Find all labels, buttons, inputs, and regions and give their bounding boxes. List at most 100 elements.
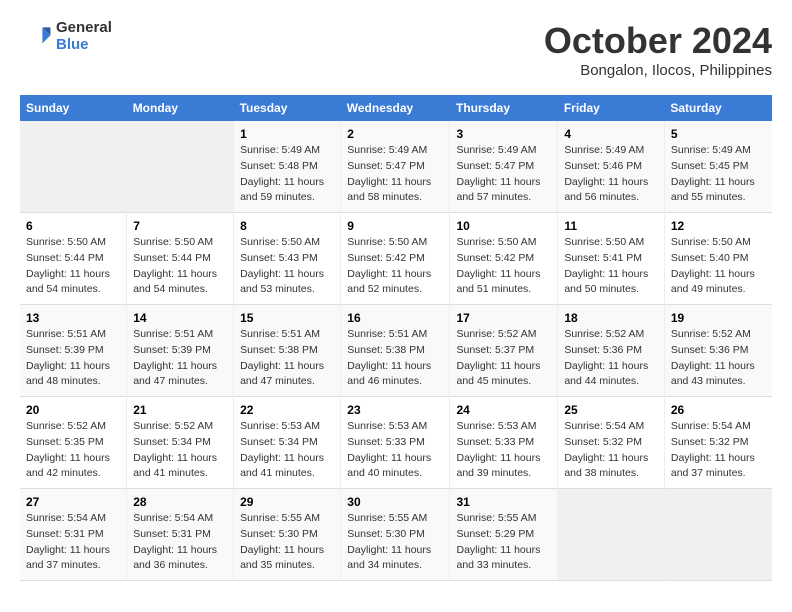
- day-cell: 4 Sunrise: 5:49 AMSunset: 5:46 PMDaylight…: [558, 121, 665, 213]
- day-number: 27: [26, 495, 120, 509]
- day-info: Sunrise: 5:54 AMSunset: 5:31 PMDaylight:…: [133, 511, 227, 574]
- logo: General Blue: [20, 20, 112, 53]
- day-info: Sunrise: 5:49 AMSunset: 5:48 PMDaylight:…: [240, 143, 334, 206]
- day-cell: 3 Sunrise: 5:49 AMSunset: 5:47 PMDaylight…: [450, 121, 558, 213]
- day-cell: 18Sunrise: 5:52 AMSunset: 5:36 PMDayligh…: [558, 305, 665, 397]
- day-cell: 5 Sunrise: 5:49 AMSunset: 5:45 PMDaylight…: [664, 121, 772, 213]
- day-info: Sunrise: 5:55 AMSunset: 5:30 PMDaylight:…: [240, 511, 334, 574]
- header-monday: Monday: [127, 95, 234, 121]
- logo-general: General: [56, 20, 112, 37]
- header-saturday: Saturday: [664, 95, 772, 121]
- header-row: Sunday Monday Tuesday Wednesday Thursday…: [20, 95, 772, 121]
- day-cell: 7 Sunrise: 5:50 AMSunset: 5:44 PMDaylight…: [127, 213, 234, 305]
- week-row-3: 13 Sunrise: 5:51 AMSunset: 5:39 PMDayligh…: [20, 305, 772, 397]
- day-info: Sunrise: 5:51 AMSunset: 5:38 PMDaylight:…: [347, 327, 443, 390]
- day-cell: 30Sunrise: 5:55 AMSunset: 5:30 PMDayligh…: [341, 489, 450, 581]
- header-wednesday: Wednesday: [341, 95, 450, 121]
- day-cell: 28 Sunrise: 5:54 AMSunset: 5:31 PMDayligh…: [127, 489, 234, 581]
- day-number: 4: [564, 127, 658, 141]
- day-cell: 15Sunrise: 5:51 AMSunset: 5:38 PMDayligh…: [234, 305, 341, 397]
- logo-text: General Blue: [56, 20, 112, 53]
- day-number: 17: [456, 311, 551, 325]
- calendar-table: Sunday Monday Tuesday Wednesday Thursday…: [20, 95, 772, 581]
- day-cell: [127, 121, 234, 213]
- day-number: 22: [240, 403, 334, 417]
- day-info: Sunrise: 5:49 AMSunset: 5:47 PMDaylight:…: [347, 143, 443, 206]
- day-cell: 14 Sunrise: 5:51 AMSunset: 5:39 PMDayligh…: [127, 305, 234, 397]
- day-cell: 9 Sunrise: 5:50 AMSunset: 5:42 PMDaylight…: [341, 213, 450, 305]
- day-number: 23: [347, 403, 443, 417]
- day-cell: [558, 489, 665, 581]
- day-number: 19: [671, 311, 766, 325]
- header-tuesday: Tuesday: [234, 95, 341, 121]
- day-info: Sunrise: 5:54 AMSunset: 5:31 PMDaylight:…: [26, 511, 120, 574]
- month-title: October 2024: [544, 20, 772, 62]
- day-cell: 1 Sunrise: 5:49 AMSunset: 5:48 PMDaylight…: [234, 121, 341, 213]
- day-number: 25: [564, 403, 658, 417]
- day-cell: [664, 489, 772, 581]
- day-number: 28: [133, 495, 227, 509]
- week-row-4: 20 Sunrise: 5:52 AMSunset: 5:35 PMDayligh…: [20, 397, 772, 489]
- day-cell: 24 Sunrise: 5:53 AMSunset: 5:33 PMDayligh…: [450, 397, 558, 489]
- day-info: Sunrise: 5:53 AMSunset: 5:33 PMDaylight:…: [456, 419, 551, 482]
- day-number: 1: [240, 127, 334, 141]
- day-number: 14: [133, 311, 227, 325]
- day-info: Sunrise: 5:52 AMSunset: 5:35 PMDaylight:…: [26, 419, 120, 482]
- day-info: Sunrise: 5:53 AMSunset: 5:34 PMDaylight:…: [240, 419, 334, 482]
- day-info: Sunrise: 5:51 AMSunset: 5:38 PMDaylight:…: [240, 327, 334, 390]
- day-number: 5: [671, 127, 766, 141]
- day-info: Sunrise: 5:50 AMSunset: 5:40 PMDaylight:…: [671, 235, 766, 298]
- day-cell: 8 Sunrise: 5:50 AMSunset: 5:43 PMDaylight…: [234, 213, 341, 305]
- day-number: 29: [240, 495, 334, 509]
- day-info: Sunrise: 5:54 AMSunset: 5:32 PMDaylight:…: [671, 419, 766, 482]
- day-info: Sunrise: 5:51 AMSunset: 5:39 PMDaylight:…: [26, 327, 120, 390]
- day-cell: [20, 121, 127, 213]
- day-info: Sunrise: 5:52 AMSunset: 5:36 PMDaylight:…: [671, 327, 766, 390]
- day-info: Sunrise: 5:50 AMSunset: 5:42 PMDaylight:…: [347, 235, 443, 298]
- day-info: Sunrise: 5:52 AMSunset: 5:37 PMDaylight:…: [456, 327, 551, 390]
- day-cell: 20 Sunrise: 5:52 AMSunset: 5:35 PMDayligh…: [20, 397, 127, 489]
- day-number: 24: [456, 403, 551, 417]
- day-info: Sunrise: 5:50 AMSunset: 5:43 PMDaylight:…: [240, 235, 334, 298]
- day-cell: 29 Sunrise: 5:55 AMSunset: 5:30 PMDayligh…: [234, 489, 341, 581]
- day-info: Sunrise: 5:53 AMSunset: 5:33 PMDaylight:…: [347, 419, 443, 482]
- day-info: Sunrise: 5:49 AMSunset: 5:46 PMDaylight:…: [564, 143, 658, 206]
- day-cell: 31Sunrise: 5:55 AMSunset: 5:29 PMDayligh…: [450, 489, 558, 581]
- day-number: 20: [26, 403, 120, 417]
- day-cell: 11Sunrise: 5:50 AMSunset: 5:41 PMDayligh…: [558, 213, 665, 305]
- logo-icon: [20, 21, 52, 53]
- day-number: 30: [347, 495, 443, 509]
- day-cell: 13 Sunrise: 5:51 AMSunset: 5:39 PMDayligh…: [20, 305, 127, 397]
- week-row-2: 6 Sunrise: 5:50 AMSunset: 5:44 PMDaylight…: [20, 213, 772, 305]
- location: Bongalon, Ilocos, Philippines: [544, 62, 772, 79]
- day-info: Sunrise: 5:50 AMSunset: 5:44 PMDaylight:…: [133, 235, 227, 298]
- title-block: October 2024 Bongalon, Ilocos, Philippin…: [544, 20, 772, 79]
- day-number: 13: [26, 311, 120, 325]
- day-cell: 19 Sunrise: 5:52 AMSunset: 5:36 PMDayligh…: [664, 305, 772, 397]
- day-number: 2: [347, 127, 443, 141]
- day-cell: 27 Sunrise: 5:54 AMSunset: 5:31 PMDayligh…: [20, 489, 127, 581]
- day-number: 16: [347, 311, 443, 325]
- day-number: 3: [456, 127, 551, 141]
- day-number: 8: [240, 219, 334, 233]
- day-cell: 26Sunrise: 5:54 AMSunset: 5:32 PMDayligh…: [664, 397, 772, 489]
- week-row-1: 1 Sunrise: 5:49 AMSunset: 5:48 PMDaylight…: [20, 121, 772, 213]
- day-number: 7: [133, 219, 227, 233]
- week-row-5: 27 Sunrise: 5:54 AMSunset: 5:31 PMDayligh…: [20, 489, 772, 581]
- day-cell: 23 Sunrise: 5:53 AMSunset: 5:33 PMDayligh…: [341, 397, 450, 489]
- day-info: Sunrise: 5:49 AMSunset: 5:45 PMDaylight:…: [671, 143, 766, 206]
- day-info: Sunrise: 5:51 AMSunset: 5:39 PMDaylight:…: [133, 327, 227, 390]
- day-number: 6: [26, 219, 120, 233]
- page-header: General Blue October 2024 Bongalon, Iloc…: [20, 20, 772, 79]
- day-info: Sunrise: 5:52 AMSunset: 5:34 PMDaylight:…: [133, 419, 227, 482]
- logo-blue: Blue: [56, 37, 112, 54]
- day-number: 31: [456, 495, 551, 509]
- day-cell: 6Sunrise: 5:50 AMSunset: 5:44 PMDaylight…: [20, 213, 127, 305]
- day-cell: 25Sunrise: 5:54 AMSunset: 5:32 PMDayligh…: [558, 397, 665, 489]
- day-info: Sunrise: 5:49 AMSunset: 5:47 PMDaylight:…: [456, 143, 551, 206]
- day-number: 9: [347, 219, 443, 233]
- day-number: 12: [671, 219, 766, 233]
- day-cell: 16 Sunrise: 5:51 AMSunset: 5:38 PMDayligh…: [341, 305, 450, 397]
- day-info: Sunrise: 5:50 AMSunset: 5:41 PMDaylight:…: [564, 235, 658, 298]
- calendar-header: Sunday Monday Tuesday Wednesday Thursday…: [20, 95, 772, 121]
